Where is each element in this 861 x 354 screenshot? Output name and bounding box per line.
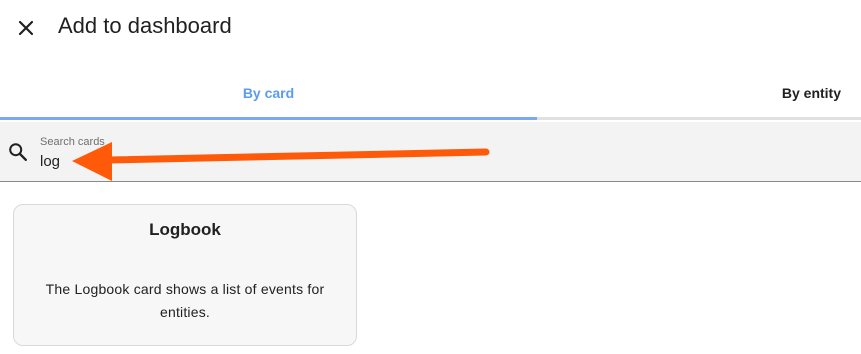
search-icon: [9, 143, 27, 161]
card-option-logbook[interactable]: Logbook The Logbook card shows a list of…: [13, 204, 357, 346]
search-field[interactable]: Search cards: [0, 122, 861, 182]
dialog-title: Add to dashboard: [58, 13, 232, 38]
close-button[interactable]: [12, 14, 40, 42]
search-label: Search cards: [40, 136, 105, 148]
close-icon: [18, 20, 34, 36]
card-description: The Logbook card shows a list of events …: [45, 281, 325, 320]
search-input[interactable]: [40, 150, 440, 172]
tab-bar: By card By entity: [0, 68, 861, 120]
add-to-dashboard-dialog: Add to dashboard By card By entity Searc…: [0, 0, 861, 354]
card-title: Logbook: [149, 220, 221, 239]
tab-by-card[interactable]: By card: [0, 68, 537, 117]
dialog-header: Add to dashboard: [0, 0, 861, 60]
active-tab-indicator: [0, 117, 537, 120]
tab-by-entity[interactable]: By entity: [537, 68, 861, 117]
